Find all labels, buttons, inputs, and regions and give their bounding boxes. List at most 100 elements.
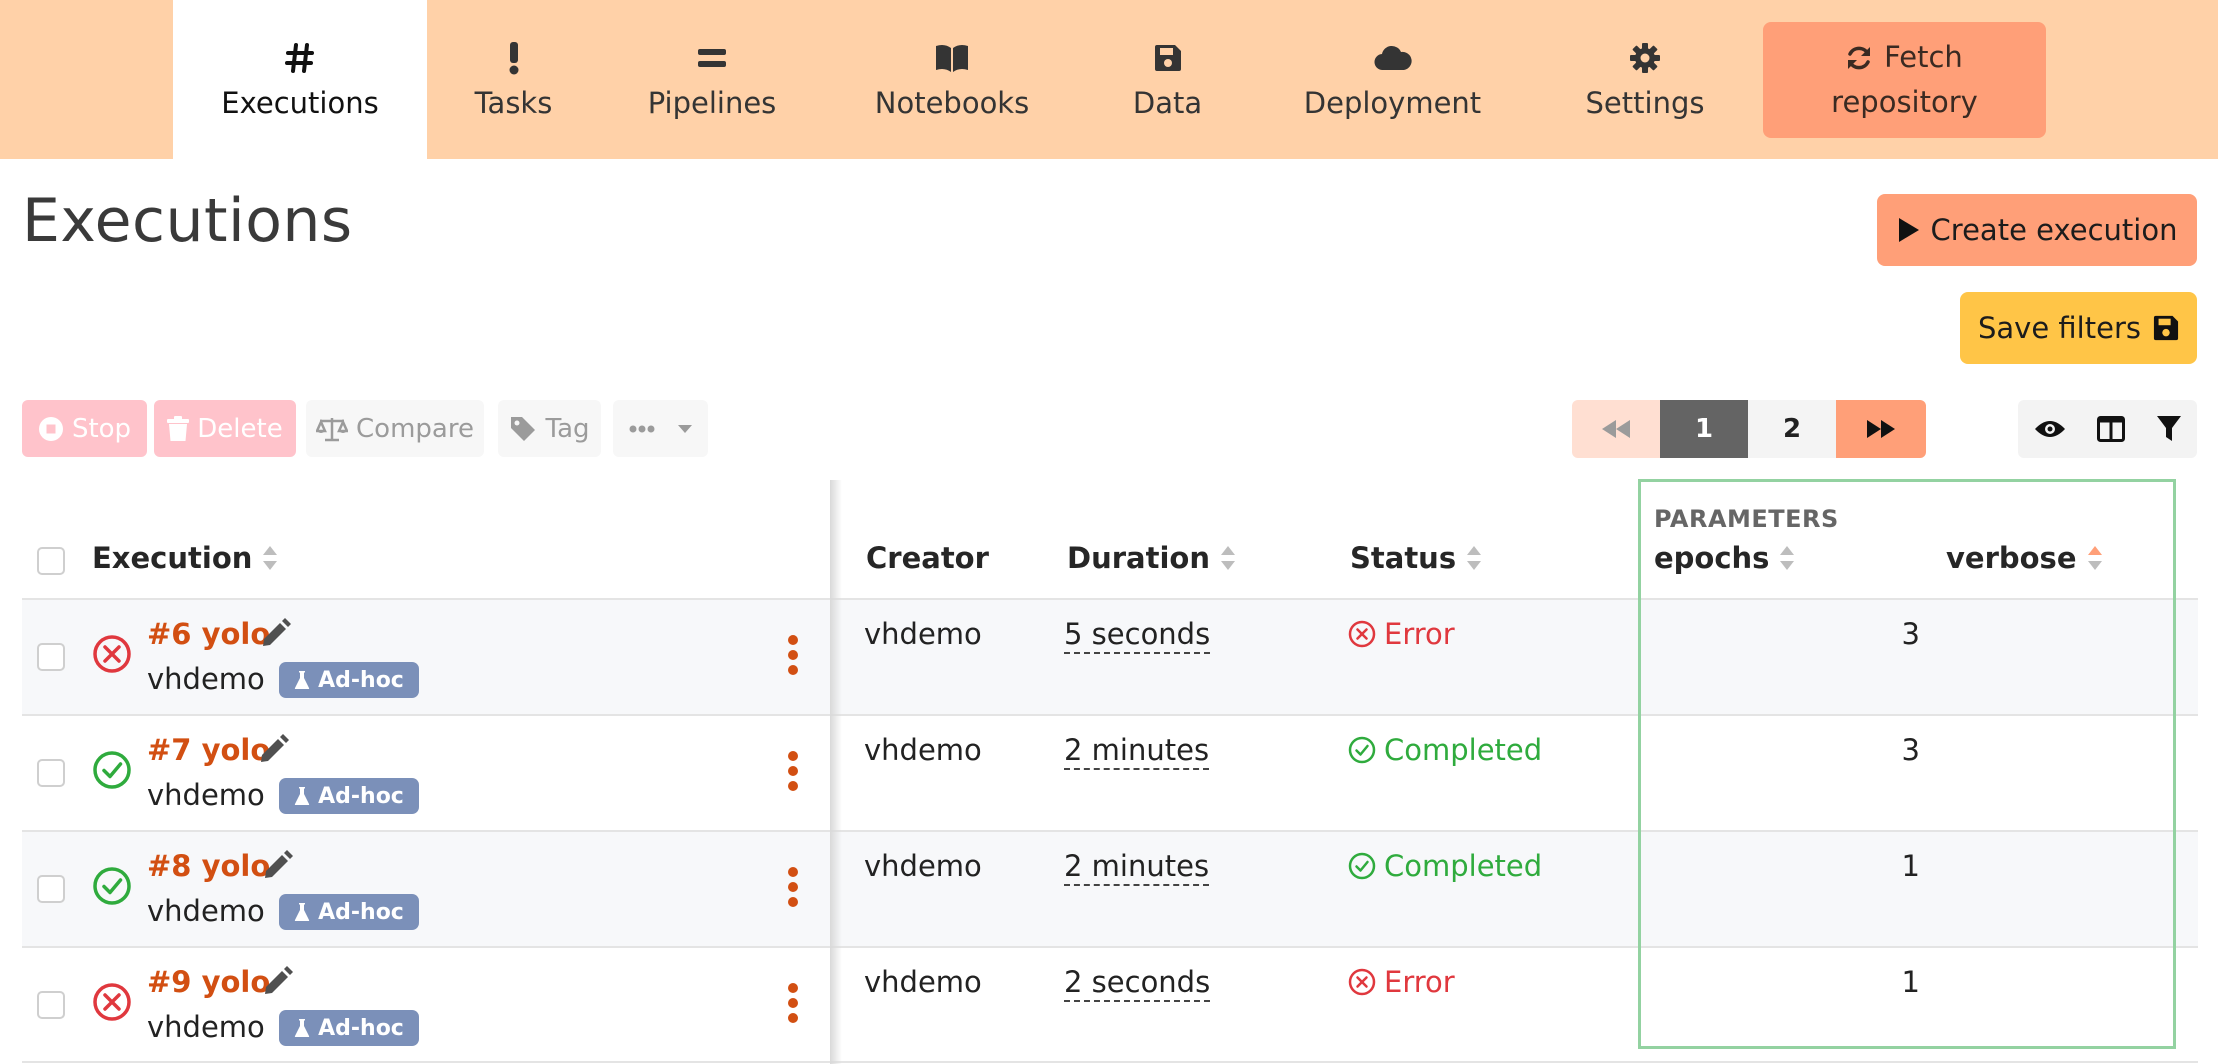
adhoc-badge-label: Ad-hoc xyxy=(318,783,404,809)
row-select-checkbox[interactable] xyxy=(37,759,65,787)
tab-data-label: Data xyxy=(1132,86,1203,120)
adhoc-badge: Ad-hoc xyxy=(279,778,419,814)
column-label-creator: Creator xyxy=(866,541,989,575)
creator-cell: vhdemo xyxy=(864,849,982,883)
column-label-execution: Execution xyxy=(92,541,253,575)
row-divider xyxy=(22,1061,2198,1063)
tab-settings-label: Settings xyxy=(1585,86,1705,120)
pencil-icon[interactable] xyxy=(260,617,292,649)
execution-name-link[interactable]: #7 yolo xyxy=(147,733,270,767)
tag-button[interactable]: Tag xyxy=(498,400,601,457)
row-actions-menu[interactable] xyxy=(786,634,800,676)
success-status-icon xyxy=(92,750,132,790)
column-label-duration: Duration xyxy=(1067,541,1210,575)
status-text: Completed xyxy=(1384,849,1543,883)
fetch-repository-button[interactable]: Fetch repository xyxy=(1763,22,2046,138)
flask-icon xyxy=(294,670,310,690)
row-select-checkbox[interactable] xyxy=(37,643,65,671)
backward-icon xyxy=(1601,419,1631,439)
first-page-button[interactable] xyxy=(1572,400,1660,458)
execution-name-link[interactable]: #9 yolo xyxy=(147,965,270,999)
tab-settings[interactable]: Settings xyxy=(1530,0,1760,159)
create-execution-label: Create execution xyxy=(1930,213,2178,247)
sort-icon xyxy=(1466,545,1482,571)
eye-icon[interactable] xyxy=(2034,419,2066,439)
execution-name-link[interactable]: #8 yolo xyxy=(147,849,270,883)
fetch-label-line2: repository xyxy=(1831,85,1978,119)
row-actions-menu[interactable] xyxy=(786,866,800,908)
row-select-checkbox[interactable] xyxy=(37,875,65,903)
tab-pipelines[interactable]: Pipelines xyxy=(600,0,824,159)
select-all-checkbox[interactable] xyxy=(37,547,65,575)
duration-value: 2 seconds xyxy=(1064,965,1211,1002)
adhoc-badge: Ad-hoc xyxy=(279,894,419,930)
page-2-button[interactable]: 2 xyxy=(1748,400,1836,458)
execution-name-link[interactable]: #6 yolo xyxy=(147,617,270,651)
tag-icon xyxy=(509,415,537,443)
tab-executions[interactable]: Executions xyxy=(173,0,427,159)
flask-icon xyxy=(294,786,310,806)
duration-cell: 2 minutes xyxy=(1064,733,1210,770)
sort-icon xyxy=(262,545,278,571)
status-cell: Completed xyxy=(1348,849,1542,883)
tab-deployment-label: Deployment xyxy=(1303,86,1482,120)
more-actions-dropdown[interactable] xyxy=(613,400,708,457)
last-page-button[interactable] xyxy=(1836,400,1926,458)
fetch-label-line1: Fetch xyxy=(1884,40,1963,74)
delete-button[interactable]: Delete xyxy=(154,400,296,457)
row-actions-menu[interactable] xyxy=(786,750,800,792)
adhoc-badge-label: Ad-hoc xyxy=(318,1015,404,1041)
error-icon xyxy=(1348,620,1376,648)
status-text: Error xyxy=(1384,965,1455,999)
filter-icon[interactable] xyxy=(2156,415,2182,443)
tab-tasks[interactable]: Tasks xyxy=(427,0,600,159)
parameters-highlight-frame xyxy=(1638,479,2176,1049)
ellipsis-icon xyxy=(629,425,655,433)
check-circle-icon xyxy=(1348,736,1376,764)
status-cell: Error xyxy=(1348,617,1455,651)
pencil-icon[interactable] xyxy=(262,849,294,881)
floppy-disk-icon xyxy=(2153,315,2179,341)
tab-deployment[interactable]: Deployment xyxy=(1255,0,1530,159)
adhoc-badge: Ad-hoc xyxy=(279,662,419,698)
row-actions-menu[interactable] xyxy=(786,982,800,1024)
sync-icon xyxy=(1846,45,1872,71)
pencil-icon[interactable] xyxy=(262,965,294,997)
execution-user: vhdemo xyxy=(147,778,265,812)
tab-pipelines-label: Pipelines xyxy=(647,86,777,120)
column-header-execution[interactable]: Execution xyxy=(92,541,278,575)
gear-icon xyxy=(1630,40,1660,76)
create-execution-button[interactable]: Create execution xyxy=(1877,194,2197,266)
column-header-duration[interactable]: Duration xyxy=(1067,541,1236,575)
pencil-icon[interactable] xyxy=(258,733,290,765)
save-filters-label: Save filters xyxy=(1978,311,2141,345)
error-status-icon xyxy=(92,634,132,674)
columns-icon[interactable] xyxy=(2096,416,2125,442)
caret-down-icon xyxy=(677,424,693,434)
sort-icon xyxy=(1220,545,1236,571)
creator-cell: vhdemo xyxy=(864,617,982,651)
flask-icon xyxy=(294,902,310,922)
balance-scale-icon xyxy=(316,416,349,442)
error-icon xyxy=(1348,968,1376,996)
duration-value: 5 seconds xyxy=(1064,617,1211,654)
tab-data[interactable]: Data xyxy=(1080,0,1255,159)
view-tools xyxy=(2018,400,2197,458)
tab-executions-label: Executions xyxy=(221,86,379,120)
flask-icon xyxy=(294,1018,310,1038)
column-header-status[interactable]: Status xyxy=(1350,541,1482,575)
play-icon xyxy=(1897,216,1921,244)
page-1-button[interactable]: 1 xyxy=(1660,400,1748,458)
tab-notebooks[interactable]: Notebooks xyxy=(824,0,1080,159)
duration-cell: 2 seconds xyxy=(1064,965,1211,1002)
status-text: Completed xyxy=(1384,733,1543,767)
save-filters-button[interactable]: Save filters xyxy=(1960,292,2197,364)
row-select-checkbox[interactable] xyxy=(37,991,65,1019)
stop-label: Stop xyxy=(71,413,132,444)
cloud-icon xyxy=(1373,40,1412,76)
forward-icon xyxy=(1866,419,1896,439)
column-header-creator: Creator xyxy=(866,541,989,575)
tab-notebooks-label: Notebooks xyxy=(874,86,1030,120)
stop-button[interactable]: Stop xyxy=(22,400,147,457)
compare-button[interactable]: Compare xyxy=(306,400,484,457)
